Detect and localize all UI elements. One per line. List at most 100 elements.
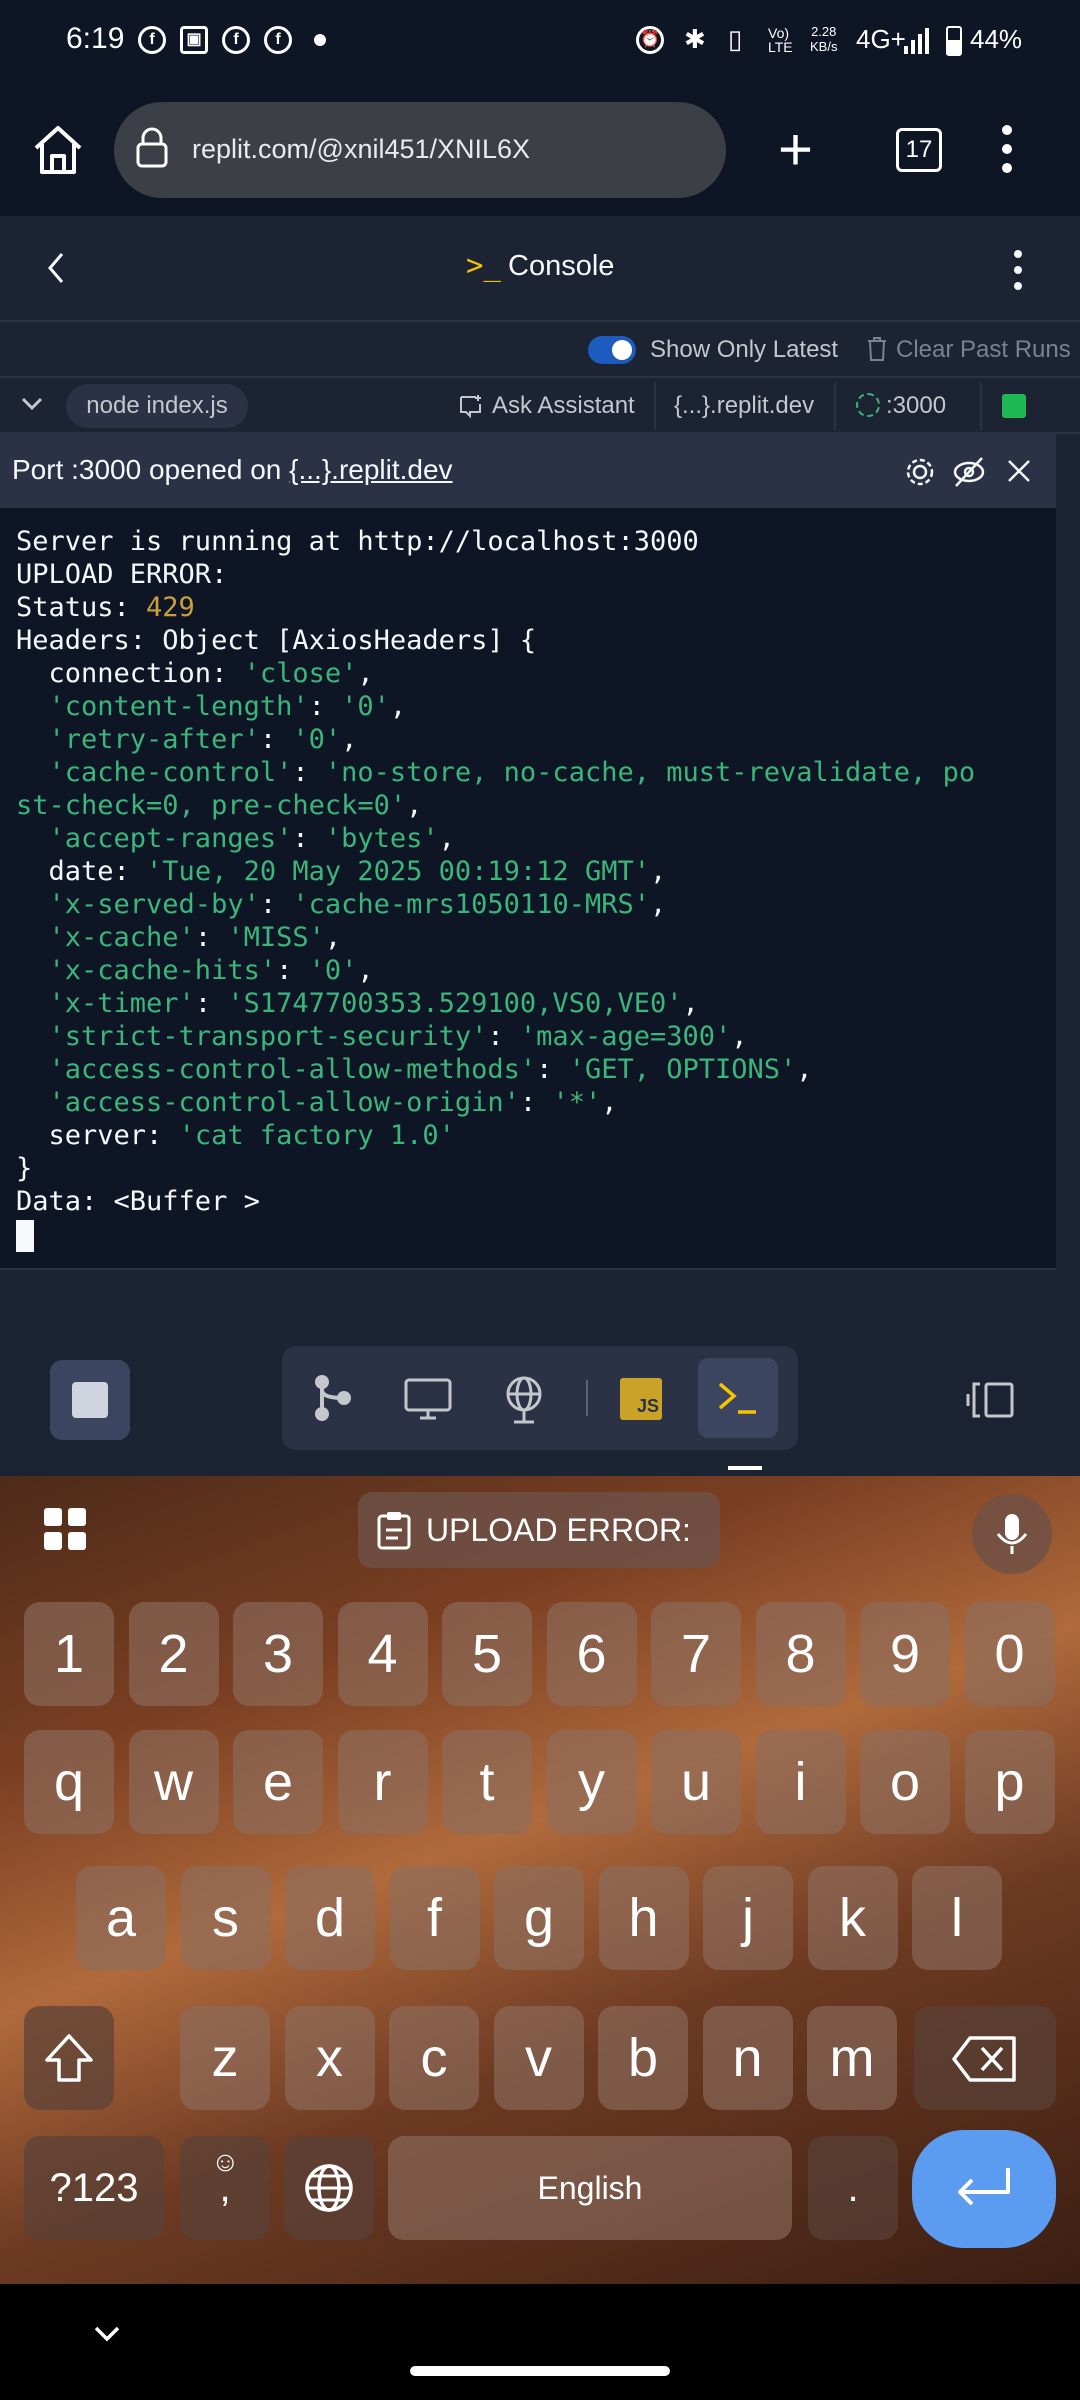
address-bar[interactable]: replit.com/@xnil451/XNIL6X [114, 102, 726, 198]
network-globe-icon[interactable] [484, 1358, 564, 1438]
show-only-latest-toggle[interactable] [588, 336, 636, 364]
home-icon[interactable] [30, 124, 86, 181]
console-menu-icon[interactable] [1012, 248, 1024, 297]
period-key[interactable]: . [808, 2136, 898, 2240]
home-gesture-bar[interactable] [410, 2366, 670, 2376]
facebook-icon: f [138, 26, 166, 54]
key-0[interactable]: 0 [964, 1602, 1055, 1706]
console-line: server: 'cat factory 1.0' [16, 1120, 455, 1151]
space-key[interactable]: English [388, 2136, 792, 2240]
trash-icon [866, 336, 888, 367]
key-7[interactable]: 7 [651, 1602, 741, 1706]
microphone-icon[interactable] [972, 1494, 1052, 1574]
photo-icon: ▣ [180, 26, 208, 54]
key-y[interactable]: y [546, 1730, 637, 1834]
key-a[interactable]: a [76, 1866, 166, 1970]
key-8[interactable]: 8 [755, 1602, 846, 1706]
split-pane-icon[interactable] [966, 1380, 1016, 1425]
language-key[interactable] [284, 2136, 374, 2240]
port-banner: Port :3000 opened on {...}.replit.dev [0, 434, 1056, 508]
ask-assistant-button[interactable]: Ask Assistant [492, 392, 635, 420]
lock-icon [134, 126, 170, 175]
key-h[interactable]: h [598, 1866, 689, 1970]
key-d[interactable]: d [285, 1866, 375, 1970]
key-f[interactable]: f [389, 1866, 480, 1970]
key-q[interactable]: q [24, 1730, 114, 1834]
key-2[interactable]: 2 [128, 1602, 219, 1706]
status-bar: 6:19 f ▣ f f ⏰ ✱ ▯ Vo) LTE 2.28 KB/s 4G+ 4… [0, 0, 1080, 84]
key-k[interactable]: k [807, 1866, 898, 1970]
console-header: >_ Console [0, 216, 1080, 322]
console-line: 'x-timer': 'S1747700353.529100,VS0,VE0', [16, 988, 699, 1019]
key-n[interactable]: n [702, 2006, 793, 2110]
shift-key[interactable] [24, 2006, 114, 2110]
key-z[interactable]: z [180, 2006, 270, 2110]
git-icon[interactable] [292, 1358, 372, 1438]
webview-icon[interactable] [388, 1358, 468, 1438]
key-p[interactable]: p [964, 1730, 1055, 1834]
run-command-pill[interactable]: node index.js [66, 384, 248, 428]
stop-button[interactable] [50, 1360, 130, 1440]
console-line: connection: 'close', [16, 658, 374, 689]
key-g[interactable]: g [494, 1866, 584, 1970]
key-6[interactable]: 6 [546, 1602, 637, 1706]
key-3[interactable]: 3 [233, 1602, 323, 1706]
port-banner-link[interactable]: {...}.replit.dev [289, 454, 452, 485]
console-tab-icon[interactable] [698, 1358, 778, 1438]
key-l[interactable]: l [912, 1866, 1002, 1970]
key-1[interactable]: 1 [24, 1602, 114, 1706]
key-v[interactable]: v [493, 2006, 584, 2110]
key-m[interactable]: m [807, 2006, 897, 2110]
key-r[interactable]: r [337, 1730, 428, 1834]
facebook-icon: f [264, 26, 292, 54]
key-b[interactable]: b [598, 2006, 688, 2110]
clear-past-runs-button[interactable]: Clear Past Runs [896, 336, 1071, 364]
clipboard-suggestion[interactable]: UPLOAD ERROR: [358, 1492, 720, 1568]
chevron-down-icon[interactable] [20, 392, 44, 421]
console-output[interactable]: Server is running at http://localhost:30… [0, 508, 1056, 1270]
javascript-file-icon[interactable]: JS [600, 1358, 680, 1438]
port-label[interactable]: :3000 [886, 392, 946, 420]
new-tab-icon[interactable]: + [778, 120, 813, 180]
console-line: 'x-cache-hits': '0', [16, 955, 374, 986]
network-type: 4G+ [856, 24, 906, 54]
facebook-icon: f [222, 26, 250, 54]
console-line: Status: 429 [16, 592, 195, 623]
key-t[interactable]: t [442, 1730, 532, 1834]
system-nav-bar [0, 2284, 1080, 2400]
emoji-comma-key[interactable]: ☺ , [180, 2136, 270, 2240]
alarm-icon: ⏰ [636, 26, 664, 54]
key-j[interactable]: j [703, 1866, 793, 1970]
enter-key[interactable] [912, 2130, 1056, 2248]
bluetooth-icon: ✱ [684, 24, 706, 54]
symbols-key[interactable]: ?123 [24, 2136, 164, 2240]
console-line: Headers: Object [AxiosHeaders] { [16, 625, 537, 656]
port-banner-text: Port :3000 opened on {...}.replit.dev [12, 454, 453, 485]
eye-off-icon[interactable] [952, 456, 986, 493]
key-4[interactable]: 4 [337, 1602, 428, 1706]
ask-assistant-icon [458, 394, 484, 423]
key-5[interactable]: 5 [442, 1602, 532, 1706]
backspace-key[interactable] [914, 2006, 1056, 2110]
settings-icon[interactable] [904, 456, 936, 493]
console-line: Server is running at http://localhost:30… [16, 526, 699, 557]
key-x[interactable]: x [284, 2006, 375, 2110]
console-line: 'access-control-allow-origin': '*', [16, 1087, 618, 1118]
hide-keyboard-icon[interactable] [92, 2324, 122, 2349]
tab-switcher-button[interactable]: 17 [896, 128, 942, 172]
key-c[interactable]: c [389, 2006, 479, 2110]
console-line: 'x-cache': 'MISS', [16, 922, 342, 953]
key-i[interactable]: i [755, 1730, 846, 1834]
key-o[interactable]: o [860, 1730, 950, 1834]
key-w[interactable]: w [128, 1730, 219, 1834]
url-text: replit.com/@xnil451/XNIL6X [192, 134, 531, 164]
key-9[interactable]: 9 [860, 1602, 950, 1706]
replit-domain-link[interactable]: {...}.replit.dev [674, 392, 814, 420]
back-icon[interactable] [44, 250, 68, 291]
app-grid-icon[interactable] [42, 1506, 90, 1559]
key-s[interactable]: s [180, 1866, 271, 1970]
key-u[interactable]: u [651, 1730, 741, 1834]
key-e[interactable]: e [233, 1730, 323, 1834]
close-icon[interactable] [1006, 458, 1032, 489]
browser-menu-icon[interactable] [1000, 124, 1014, 179]
